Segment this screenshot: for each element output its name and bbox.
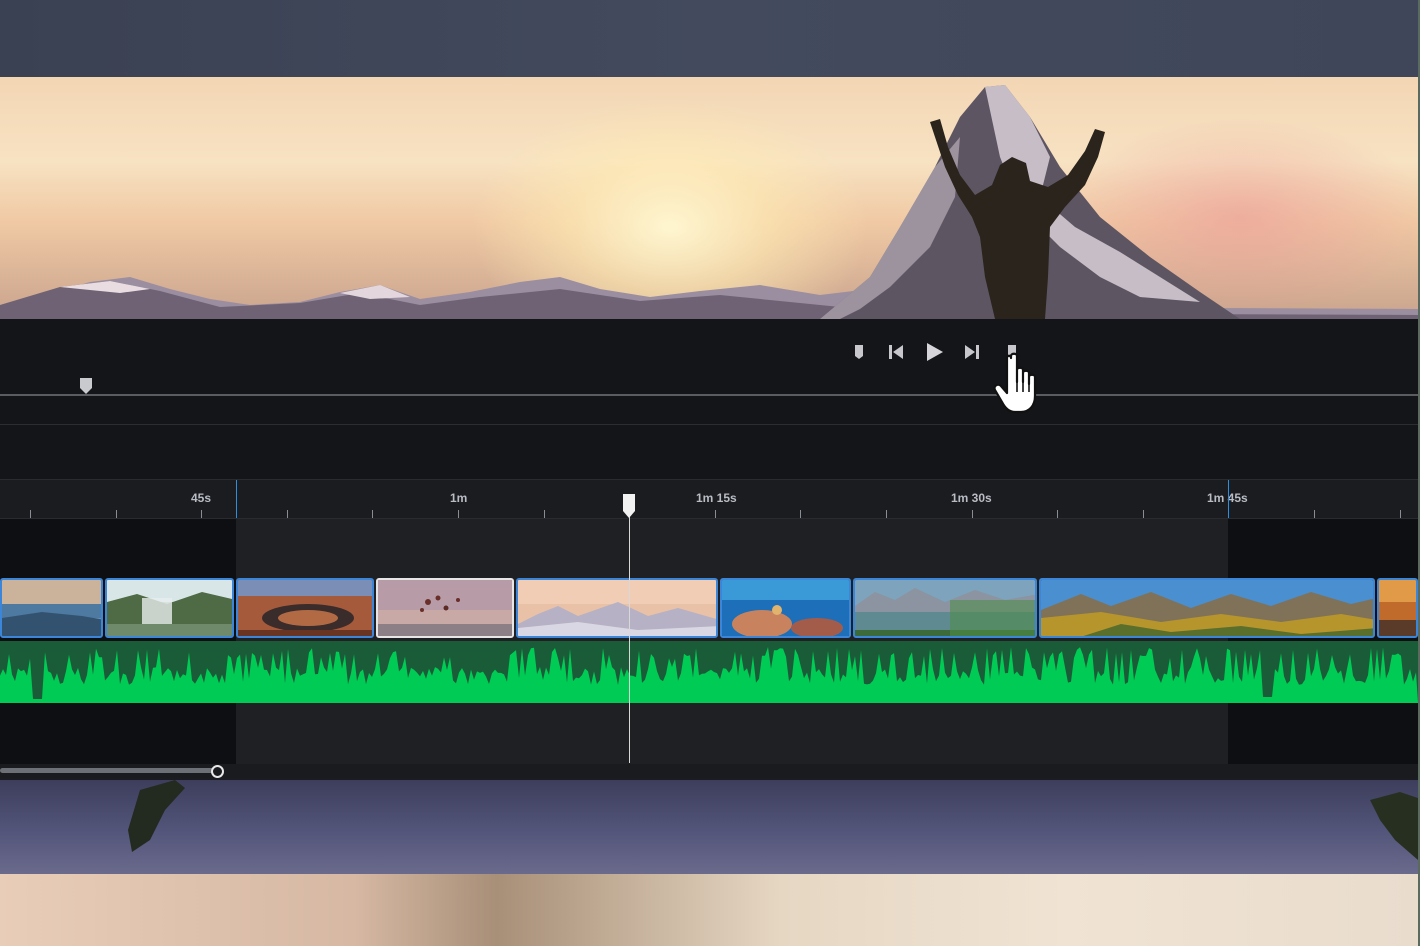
in-point-marker[interactable] bbox=[79, 377, 93, 395]
ruler-tick bbox=[972, 510, 973, 518]
ruler-label: 45s bbox=[191, 491, 212, 505]
clip-thumbnail bbox=[1379, 580, 1416, 636]
ruler-tick bbox=[1314, 510, 1315, 518]
ruler-tick bbox=[201, 510, 202, 518]
clip-coast[interactable] bbox=[0, 578, 103, 638]
audio-track[interactable] bbox=[0, 641, 1418, 703]
play-button[interactable] bbox=[922, 340, 946, 364]
video-preview bbox=[0, 77, 1418, 319]
mark-out-button[interactable] bbox=[1000, 340, 1024, 364]
ruler-label: 1m 15s bbox=[696, 491, 737, 505]
transport-bar bbox=[0, 319, 1418, 479]
clip-thumbnail bbox=[107, 580, 232, 636]
ruler-tick bbox=[886, 510, 887, 518]
clip-thumbnail bbox=[722, 580, 849, 636]
clip-summit[interactable] bbox=[516, 578, 718, 638]
audio-waveform bbox=[0, 647, 1418, 703]
range-start-marker[interactable] bbox=[236, 480, 237, 518]
skip-forward-button[interactable] bbox=[960, 340, 984, 364]
ruler-tick bbox=[116, 510, 117, 518]
skip-back-icon bbox=[889, 345, 903, 359]
clip-lake[interactable] bbox=[853, 578, 1037, 638]
ruler-label: 1m bbox=[450, 491, 468, 505]
ruler-tick bbox=[30, 510, 31, 518]
ruler-tick bbox=[372, 510, 373, 518]
clip-canyon[interactable] bbox=[236, 578, 374, 638]
ruler-tick bbox=[1143, 510, 1144, 518]
zoom-knob[interactable] bbox=[211, 765, 224, 778]
clip-coral[interactable] bbox=[720, 578, 851, 638]
mark-in-button[interactable] bbox=[848, 340, 872, 364]
divider bbox=[0, 424, 1418, 425]
clip-thumbnail bbox=[238, 580, 372, 636]
clip-thumbnail bbox=[855, 580, 1035, 636]
ruler-tick bbox=[715, 510, 716, 518]
skip-back-button[interactable] bbox=[884, 340, 908, 364]
play-icon bbox=[927, 343, 943, 361]
ruler-tick bbox=[1400, 510, 1401, 518]
clip-thumbnail bbox=[378, 580, 512, 636]
backdrop-bottom bbox=[0, 780, 1418, 874]
backdrop-top bbox=[0, 0, 1420, 77]
playhead-handle[interactable] bbox=[622, 493, 636, 519]
playhead-line bbox=[629, 505, 630, 763]
clip-sunset[interactable] bbox=[1377, 578, 1418, 638]
ruler-tick bbox=[800, 510, 801, 518]
preview-landscape bbox=[0, 85, 1418, 319]
scrubber-track[interactable] bbox=[0, 394, 1418, 396]
mark-out-icon bbox=[1008, 345, 1016, 359]
clip-thumbnail bbox=[1041, 580, 1373, 636]
clip-thumbnail bbox=[518, 580, 716, 636]
backdrop-strip bbox=[0, 874, 1420, 946]
scrollbar-thumb[interactable] bbox=[0, 768, 218, 773]
range-end-marker[interactable] bbox=[1228, 480, 1229, 518]
skip-forward-icon bbox=[965, 345, 979, 359]
ruler-tick bbox=[458, 510, 459, 518]
clip-autumn-valley[interactable] bbox=[1039, 578, 1375, 638]
clip-balloons[interactable] bbox=[376, 578, 514, 638]
clip-waterfall[interactable] bbox=[105, 578, 234, 638]
ruler-tick bbox=[287, 510, 288, 518]
ruler-tick bbox=[544, 510, 545, 518]
mark-in-icon bbox=[855, 345, 863, 359]
ruler-tick bbox=[1057, 510, 1058, 518]
clip-thumbnail bbox=[2, 580, 101, 636]
ruler-label: 1m 30s bbox=[951, 491, 992, 505]
